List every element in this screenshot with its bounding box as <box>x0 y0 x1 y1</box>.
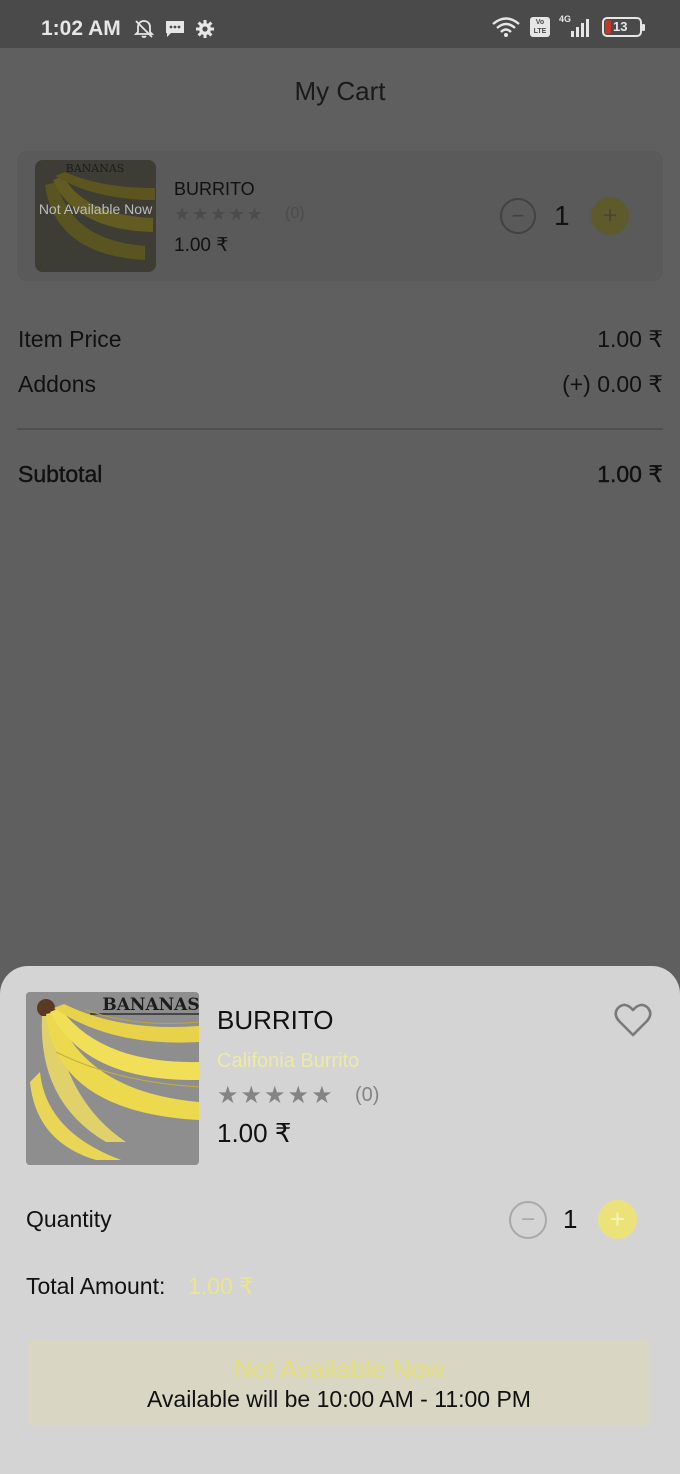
total-amount-label: Total Amount: <box>26 1273 166 1299</box>
product-subtitle: Califonia Burrito <box>217 1050 360 1072</box>
subtotal-value: 1.00 ₹ <box>597 461 663 487</box>
product-price: 1.00 ₹ <box>217 1118 292 1148</box>
quantity-decrease-button[interactable]: − <box>509 1201 547 1239</box>
app-bar: My Cart <box>0 48 680 136</box>
message-icon <box>166 21 184 37</box>
availability-hours: Available will be 10:00 AM - 11:00 PM <box>147 1386 531 1412</box>
summary-divider <box>17 428 663 430</box>
battery-level: 13 <box>613 19 628 34</box>
cart-item-rating-count: (0) <box>285 205 305 222</box>
not-available-title: Not Available Now <box>233 1354 445 1384</box>
cart-item-card[interactable]: BANANAS Not Available Now BURRITO ★★★★★ … <box>17 151 663 281</box>
total-amount-value: 1.00 ₹ <box>188 1273 254 1299</box>
plus-icon: + <box>602 202 617 229</box>
signal-icon <box>571 19 589 37</box>
product-stars: ★★★★★ <box>217 1082 335 1109</box>
minus-icon: − <box>511 203 525 228</box>
volte-label: Vo LTE <box>533 19 547 35</box>
product-name: BURRITO <box>217 1005 334 1035</box>
product-rating-count: (0) <box>355 1084 380 1106</box>
battery-icon: 13 <box>602 17 645 37</box>
cart-decrease-button[interactable]: − <box>500 198 536 234</box>
page-title: My Cart <box>294 76 386 106</box>
item-price-value: 1.00 ₹ <box>597 326 663 352</box>
signal-indicator: 4G <box>559 14 593 38</box>
product-bottom-sheet: BANANAS BURRITO Califonia Burrito ★★★★★ … <box>0 966 680 1474</box>
cart-image-text: BANANAS <box>66 162 125 175</box>
banana-image-large: BANANAS <box>26 992 199 1165</box>
status-right-icons: Vo LTE 4G 13 <box>491 14 645 38</box>
status-bar: 1:02 AM Vo LTE 4G 13 <box>0 0 680 48</box>
cart-quantity-value: 1 <box>554 200 570 231</box>
quantity-increase-button[interactable]: + <box>598 1200 637 1239</box>
item-price-label: Item Price <box>18 326 122 352</box>
subtotal-label: Subtotal <box>18 461 103 487</box>
product-image-text: BANANAS <box>102 995 199 1015</box>
cart-item-stars: ★★★★★ <box>174 204 265 224</box>
plus-icon: + <box>609 1204 626 1234</box>
wifi-icon <box>492 17 520 37</box>
addons-label: Addons <box>18 371 97 397</box>
cart-increase-button[interactable]: + <box>591 197 629 235</box>
settings-icon <box>196 20 214 38</box>
addons-value: (+) 0.00 ₹ <box>562 371 663 397</box>
status-time: 1:02 AM <box>41 17 121 40</box>
bell-off-icon <box>133 20 155 38</box>
not-available-overlay: Not Available Now <box>38 201 153 217</box>
not-available-button[interactable]: Not Available Now Available will be 10:0… <box>28 1340 650 1426</box>
quantity-value: 1 <box>563 1204 578 1234</box>
status-left-icons <box>133 18 215 40</box>
volte-icon: Vo LTE <box>530 17 550 37</box>
quantity-label: Quantity <box>26 1206 112 1232</box>
cart-item-image: BANANAS Not Available Now <box>35 160 156 272</box>
product-image: BANANAS <box>26 992 199 1165</box>
heart-icon[interactable] <box>613 1002 653 1038</box>
cart-item-price: 1.00 ₹ <box>174 235 229 256</box>
minus-icon: − <box>520 1206 535 1233</box>
cart-item-name: BURRITO <box>174 179 255 199</box>
